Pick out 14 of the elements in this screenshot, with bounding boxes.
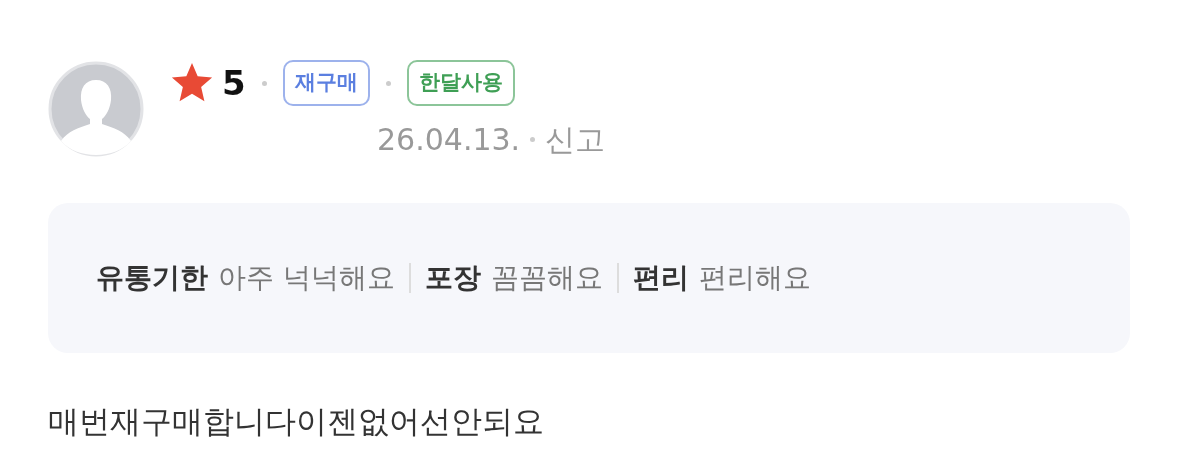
- attribute-value: 편리해요: [698, 260, 811, 296]
- star-icon: [170, 62, 214, 104]
- tag: 한달사용: [406, 60, 515, 106]
- report-link[interactable]: 신고: [545, 116, 606, 162]
- avatar-icon: [48, 60, 144, 158]
- attribute-name: 편리: [632, 260, 689, 296]
- attribute-value: 아주 넉넉해요: [218, 260, 395, 296]
- attribute-value: 꼼꼼해요: [490, 260, 603, 296]
- rating-value: 5: [222, 61, 246, 105]
- review-text: 매번재구매합니다이젠없어선안되요: [48, 402, 545, 441]
- review-date: 26.04.13.: [377, 120, 521, 159]
- attribute-name: 포장: [424, 260, 481, 296]
- attribute-name: 유통기한: [96, 260, 208, 296]
- tag: 재구매: [282, 60, 370, 106]
